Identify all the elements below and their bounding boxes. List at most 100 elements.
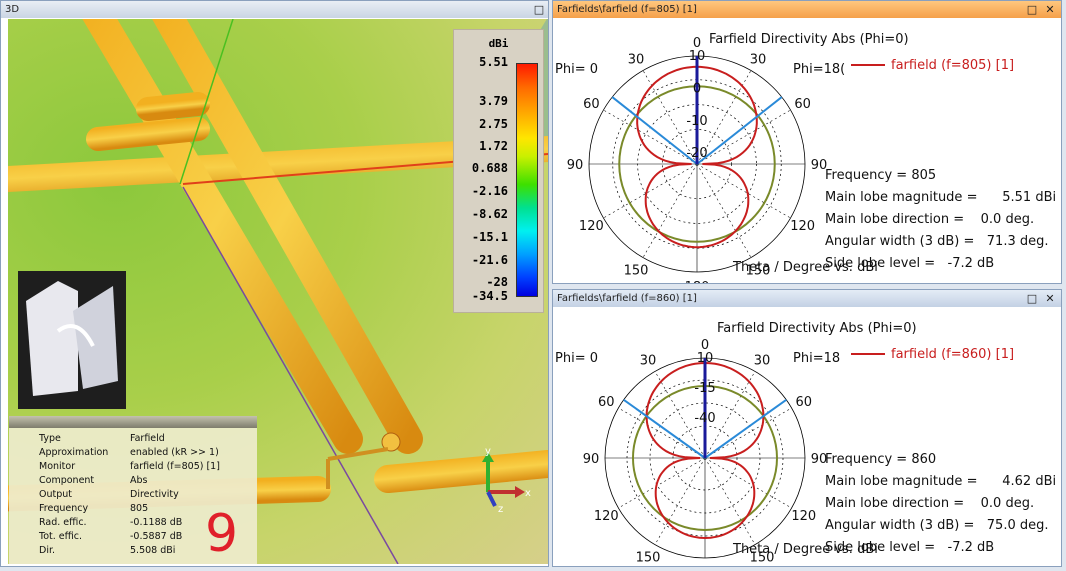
- stat-line: Frequency = 805: [825, 168, 936, 183]
- angle-tick: 60: [794, 97, 811, 112]
- window-title: 3D: [5, 4, 20, 15]
- color-legend: dBi 5.51 3.79 2.75 1.72 0.688 -2.16 -8.62 -15.1…: [453, 29, 544, 313]
- radial-line: [642, 163, 698, 258]
- colorbar-tick: -15.1: [471, 230, 508, 244]
- farfield-plot-window-860: Farfields\farfield (f=860) [1] □ ✕ 0 30 60 9…: [552, 289, 1062, 567]
- colorbar-tick: 3.79: [479, 94, 508, 108]
- plot-titlebar: Farfields\farfield (f=805) [1] □ ✕: [553, 1, 1061, 18]
- 3d-view-window: 3D □ dBi 5.51 3.79 2.75 1.72 0.688 -2.16 -8.62…: [0, 0, 549, 567]
- phi-left-label: Phi= 0: [555, 351, 598, 366]
- info-key: Type: [39, 433, 61, 444]
- window-title: Farfields\farfield (f=805) [1]: [557, 4, 697, 15]
- info-row: Output Directivity: [39, 489, 179, 500]
- radial-tick: 10: [689, 49, 706, 64]
- info-value: -0.1188 dB: [130, 517, 183, 528]
- info-row: Dir. 5.508 dBi: [39, 545, 175, 556]
- info-key: Monitor: [39, 461, 76, 472]
- radial-tick: 10: [697, 351, 714, 366]
- info-row: Frequency 805: [39, 503, 148, 514]
- radial-tick: -40: [694, 411, 715, 426]
- colorbar-unit: dBi: [488, 37, 509, 50]
- angle-tick: 60: [583, 97, 600, 112]
- maximize-button[interactable]: □: [1025, 1, 1039, 18]
- axes-triad[interactable]: y x z: [463, 444, 533, 514]
- angle-tick: 150: [624, 264, 649, 279]
- close-button[interactable]: ✕: [1043, 290, 1057, 307]
- radial-line: [704, 407, 792, 459]
- stat-line: Main lobe magnitude = 4.62 dBi: [825, 474, 1056, 489]
- overlay-number: 9: [205, 504, 239, 564]
- colorbar-tick: -34.5: [471, 289, 508, 303]
- phi-left-label: Phi= 0: [555, 62, 598, 77]
- stat-line: Main lobe magnitude = 5.51 dBi: [825, 190, 1056, 205]
- angle-tick: 30: [750, 52, 767, 67]
- info-value: Directivity: [130, 489, 179, 500]
- radial-tick: 0: [693, 81, 701, 96]
- colorbar-tick: -21.6: [471, 253, 508, 267]
- plot-title: Farfield Directivity Abs (Phi=0): [709, 32, 909, 47]
- angle-tick: 90: [583, 452, 600, 467]
- angle-tick: 30: [628, 52, 645, 67]
- result-info-box: Type Farfield Approximation enabled (kR >> …: [9, 416, 257, 564]
- info-row: Component Abs: [39, 475, 147, 486]
- phi-right-label: Phi=18(: [793, 62, 845, 77]
- stat-line: Frequency = 860: [825, 452, 936, 467]
- polar-plot: 030609012015018015012090603010-15-40Farf…: [555, 321, 1056, 566]
- info-key: Frequency: [39, 503, 89, 514]
- beamwidth-line: [696, 96, 783, 165]
- angle-tick: 30: [640, 353, 657, 368]
- info-value: Abs: [130, 475, 148, 486]
- y-axis-label: y: [485, 446, 491, 457]
- 3d-viewport[interactable]: dBi 5.51 3.79 2.75 1.72 0.688 -2.16 -8.62 -15.1…: [8, 19, 548, 564]
- stat-line: Angular width (3 dB) = 71.3 deg.: [825, 234, 1049, 249]
- info-key: Output: [39, 489, 72, 500]
- info-key: Rad. effic.: [39, 517, 87, 528]
- info-value: enabled (kR >> 1): [130, 447, 219, 458]
- info-key: Approximation: [39, 447, 109, 458]
- angle-tick: 30: [754, 353, 771, 368]
- colorbar-tick: 5.51: [479, 55, 508, 69]
- stat-line: Side lobe level = -7.2 dB: [825, 256, 994, 271]
- angle-tick: 180: [685, 280, 710, 283]
- radial-line: [696, 163, 791, 219]
- angle-tick: 120: [594, 509, 619, 524]
- angle-tick: 150: [636, 551, 661, 566]
- phi-right-label: Phi=18: [793, 351, 840, 366]
- angle-tick: 120: [579, 219, 604, 234]
- close-button[interactable]: ✕: [1043, 1, 1057, 18]
- stat-line: Angular width (3 dB) = 75.0 deg.: [825, 518, 1049, 533]
- angle-tick: 120: [791, 509, 816, 524]
- maximize-button[interactable]: □: [1025, 290, 1039, 307]
- info-key: Component: [39, 475, 95, 486]
- colorbar-tick: -8.62: [471, 207, 508, 221]
- info-value: -0.5887 dB: [130, 531, 183, 542]
- colorbar-tick: 2.75: [479, 117, 508, 131]
- plot-title: Farfield Directivity Abs (Phi=0): [717, 321, 917, 336]
- radial-line: [696, 163, 752, 258]
- info-key: Dir.: [39, 545, 56, 556]
- info-value: Farfield: [130, 433, 165, 444]
- info-value: 5.508 dBi: [130, 545, 176, 556]
- x-axis-label: x: [525, 488, 531, 499]
- info-value: 805: [130, 503, 149, 514]
- legend-label: farfield (f=860) [1]: [891, 347, 1014, 362]
- window-title: Farfields\farfield (f=860) [1]: [557, 293, 697, 304]
- colorbar-tick: 1.72: [479, 139, 508, 153]
- beamwidth-line: [611, 96, 698, 165]
- info-row: Approximation enabled (kR >> 1): [39, 447, 219, 458]
- maximize-button[interactable]: □: [532, 1, 546, 18]
- plot-titlebar: Farfields\farfield (f=860) [1] □ ✕: [553, 290, 1061, 307]
- antenna-photo-inset: [18, 271, 126, 409]
- info-row: Type Farfield: [39, 433, 165, 444]
- info-row: Rad. effic. -0.1188 dB: [39, 517, 182, 528]
- colorbar: [516, 63, 538, 297]
- colorbar-tick: -2.16: [471, 184, 508, 198]
- 3d-window-titlebar: 3D □: [1, 1, 548, 18]
- legend-label: farfield (f=805) [1]: [891, 58, 1014, 73]
- colorbar-tick: -28: [486, 275, 508, 289]
- stat-line: Main lobe direction = 0.0 deg.: [825, 212, 1034, 227]
- angle-tick: 120: [790, 219, 815, 234]
- z-axis-label: z: [498, 504, 503, 514]
- angle-tick: 60: [598, 395, 615, 410]
- radial-tick: -10: [686, 114, 707, 129]
